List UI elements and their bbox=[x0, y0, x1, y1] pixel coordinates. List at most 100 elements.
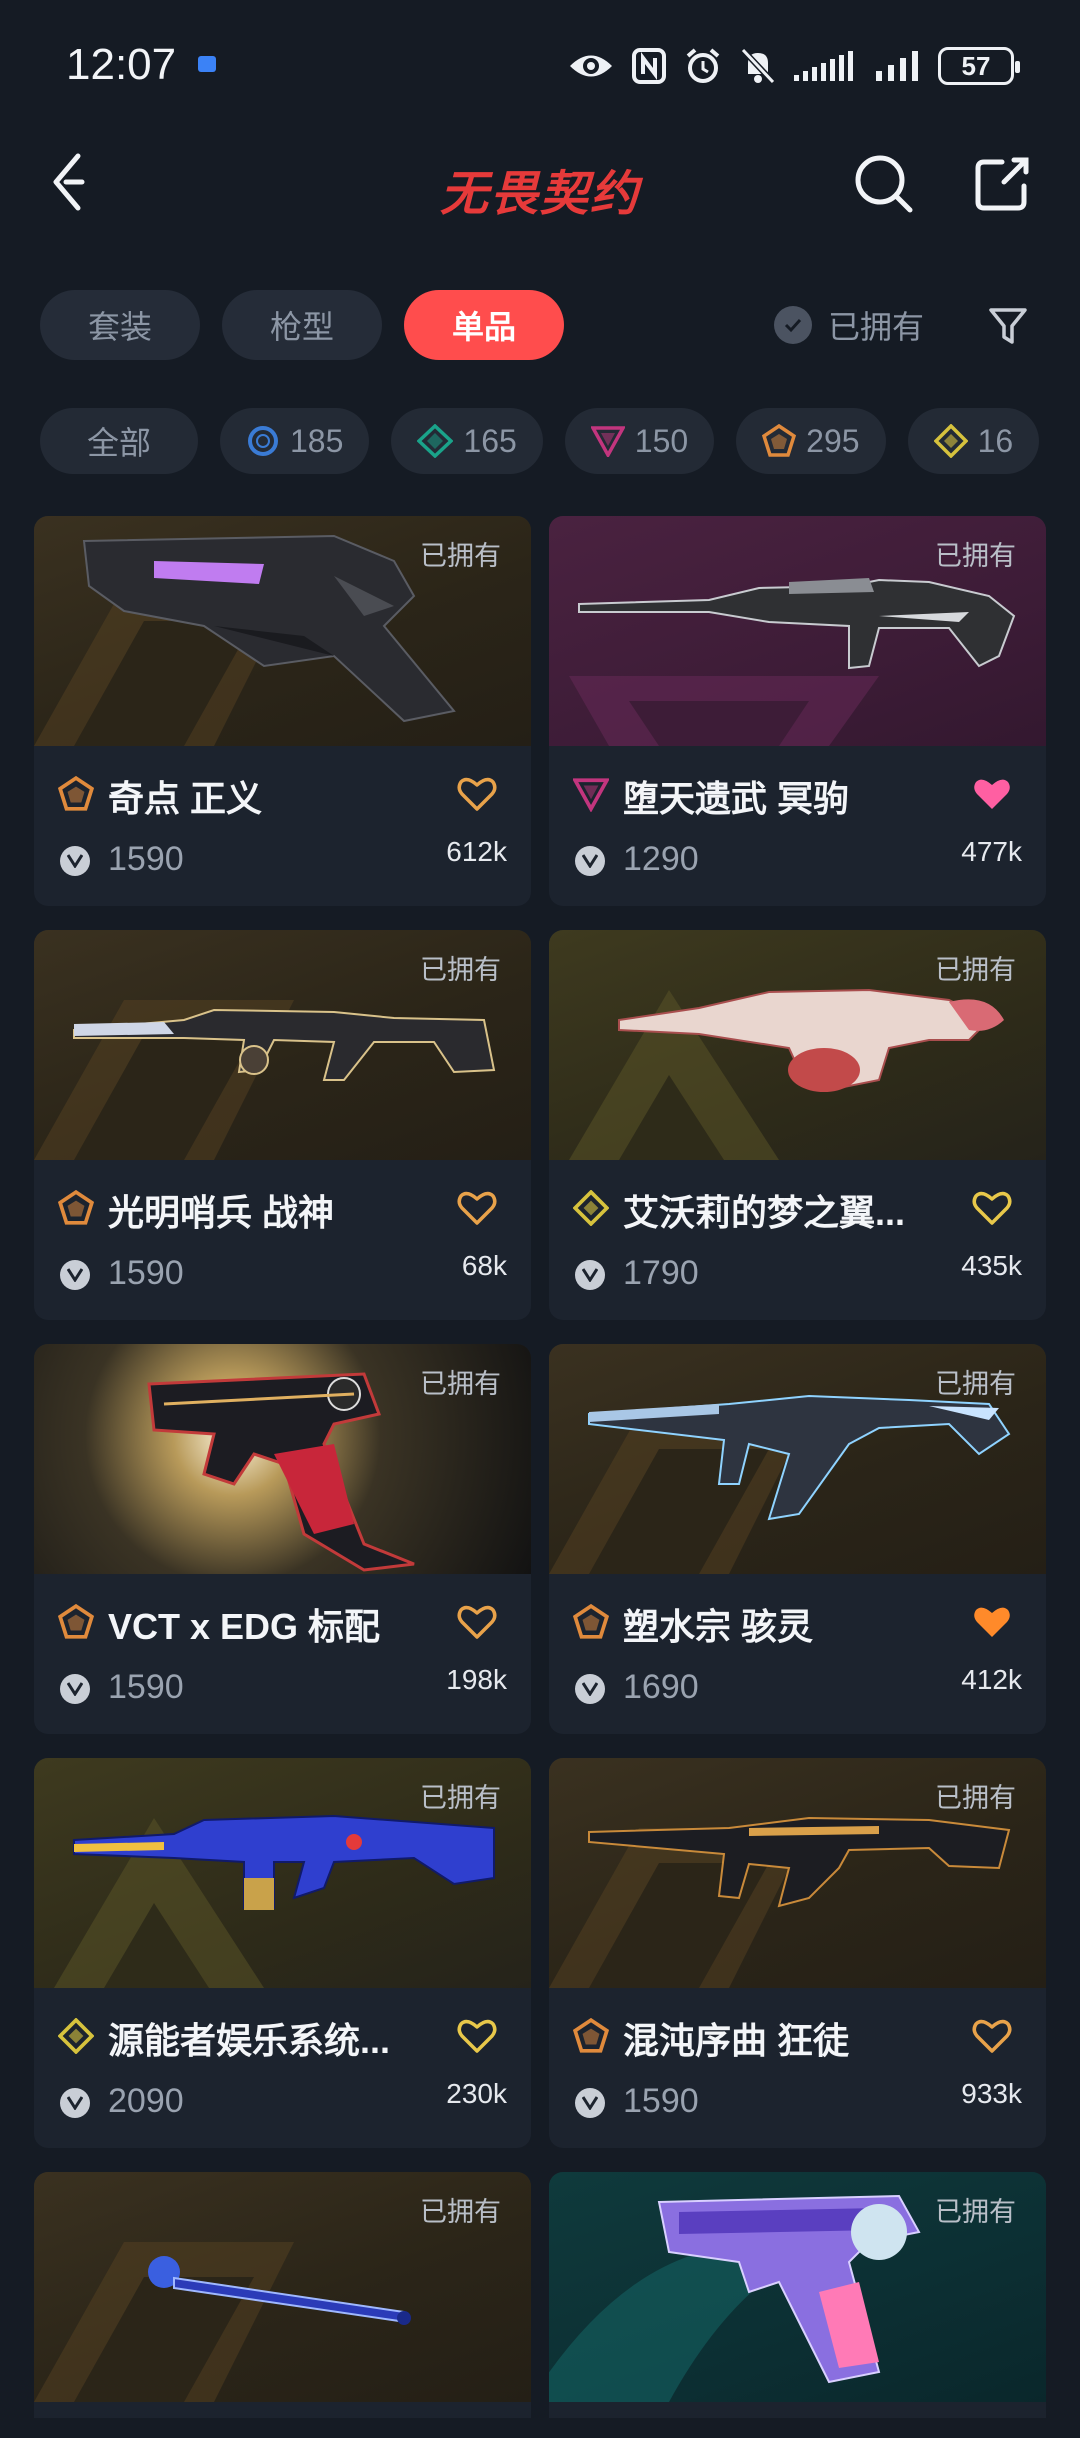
like-count: 435k bbox=[961, 1250, 1022, 1281]
heart-filled-icon[interactable] bbox=[972, 776, 1012, 812]
owned-tag: 已拥有 bbox=[935, 1783, 1016, 1813]
skin-info: 源能者娱乐系统... 2090 230k bbox=[34, 1988, 531, 2148]
tab-single-items[interactable]: 单品 bbox=[404, 290, 564, 360]
owned-tag: 已拥有 bbox=[420, 1369, 501, 1399]
skin-name: 源能者娱乐系统... bbox=[108, 2020, 391, 2061]
skin-thumbnail: 已拥有 bbox=[549, 2172, 1046, 2402]
owned-filter-label: 已拥有 bbox=[828, 309, 925, 345]
skin-info: 奇点 正义 1590 612k bbox=[34, 746, 531, 906]
skin-name: 艾沃莉的梦之翼... bbox=[623, 1192, 906, 1233]
like-count: 612k bbox=[446, 836, 507, 867]
heart-outline-icon[interactable] bbox=[972, 1190, 1012, 1226]
tier-chip-premium[interactable]: 150 bbox=[564, 408, 715, 474]
skin-thumbnail: 已拥有 bbox=[34, 930, 531, 1160]
skin-name: 光明哨兵 战神 bbox=[108, 1192, 335, 1233]
like-count: 477k bbox=[961, 836, 1022, 867]
valorant-points-icon bbox=[60, 1260, 90, 1290]
share-button[interactable] bbox=[968, 148, 1038, 218]
valorant-points-icon bbox=[60, 1674, 90, 1704]
skin-thumbnail: 已拥有 bbox=[34, 1344, 531, 1574]
like-count: 68k bbox=[461, 1250, 507, 1281]
skin-name: VCT x EDG 标配 bbox=[108, 1606, 381, 1647]
owned-tag: 已拥有 bbox=[420, 541, 501, 571]
exclusive-tier-icon bbox=[573, 2018, 609, 2053]
heart-filled-icon[interactable] bbox=[972, 1604, 1012, 1640]
deluxe-tier-icon bbox=[417, 424, 454, 458]
skin-thumbnail: 已拥有 bbox=[549, 516, 1046, 746]
battery-icon: 57 bbox=[938, 47, 1020, 85]
skin-thumbnail: 已拥有 bbox=[34, 516, 531, 746]
heart-outline-icon[interactable] bbox=[972, 2018, 1012, 2054]
check-icon bbox=[774, 306, 812, 344]
skin-card[interactable]: 已拥有 VCT x EDG 标配 1590 198k bbox=[34, 1344, 531, 1734]
heart-outline-icon[interactable] bbox=[457, 1190, 497, 1226]
valorant-points-icon bbox=[60, 2088, 90, 2118]
status-icons: 57 bbox=[568, 44, 1020, 88]
skin-card[interactable]: 已拥有 艾沃莉的梦之翼... 1790 435k bbox=[549, 930, 1046, 1320]
skin-card[interactable]: 已拥有 堕天遗武 冥驹 1290 477k bbox=[549, 516, 1046, 906]
tier-chip-all[interactable]: 全部 bbox=[40, 408, 198, 474]
premium-tier-icon bbox=[590, 426, 625, 457]
skin-price: 1590 bbox=[623, 2082, 699, 2120]
status-bar: 12:07 57 bbox=[0, 0, 1080, 130]
valorant-points-icon bbox=[575, 846, 605, 876]
skin-info: 艾沃莉的梦之翼... 1790 435k bbox=[549, 1160, 1046, 1320]
owned-tag: 已拥有 bbox=[420, 1783, 501, 1813]
skin-price: 1690 bbox=[623, 1668, 699, 1706]
skin-card[interactable]: 已拥有 源能者娱乐系统... 2090 230k bbox=[34, 1758, 531, 2148]
skin-price: 1590 bbox=[108, 1254, 184, 1292]
tab-sets[interactable]: 套装 bbox=[40, 290, 200, 360]
tier-chip-select[interactable]: 185 bbox=[220, 408, 370, 474]
heart-outline-icon[interactable] bbox=[457, 776, 497, 812]
nfc-icon bbox=[632, 48, 666, 84]
skin-card[interactable]: 已拥有 bbox=[34, 2172, 531, 2418]
skin-price: 1790 bbox=[623, 1254, 699, 1292]
skin-info: VCT x EDG 标配 1590 198k bbox=[34, 1574, 531, 1734]
skin-name: 混沌序曲 狂徒 bbox=[623, 2020, 850, 2061]
valorant-points-icon bbox=[575, 1674, 605, 1704]
tier-chip-label: 16 bbox=[977, 422, 1014, 459]
skin-info: 堕天遗武 冥驹 1290 477k bbox=[549, 746, 1046, 906]
ultra-tier-icon bbox=[933, 424, 968, 458]
skin-card[interactable]: 已拥有 奇点 正义 1590 612k bbox=[34, 516, 531, 906]
skin-grid: 已拥有 奇点 正义 1590 612k 已拥有 堕天遗武 冥驹 1290 477… bbox=[34, 516, 1046, 2418]
search-button[interactable] bbox=[848, 148, 918, 218]
like-count: 230k bbox=[446, 2078, 507, 2109]
skin-card[interactable]: 已拥有 光明哨兵 战神 1590 68k bbox=[34, 930, 531, 1320]
valorant-points-icon bbox=[575, 2088, 605, 2118]
owned-tag: 已拥有 bbox=[420, 955, 501, 985]
skin-name: 塑水宗 骇灵 bbox=[623, 1606, 814, 1647]
eye-icon bbox=[570, 55, 612, 77]
ultra-tier-icon bbox=[58, 2018, 94, 2054]
owned-filter-toggle[interactable]: 已拥有 bbox=[774, 290, 924, 360]
mute-icon bbox=[740, 47, 776, 85]
heart-outline-icon[interactable] bbox=[457, 2018, 497, 2054]
skin-card[interactable]: 已拥有 塑水宗 骇灵 1690 412k bbox=[549, 1344, 1046, 1734]
ultra-tier-icon bbox=[573, 1190, 609, 1226]
signal-icon bbox=[794, 51, 853, 81]
skin-card[interactable]: 已拥有 bbox=[549, 2172, 1046, 2418]
valorant-points-icon bbox=[575, 1260, 605, 1290]
like-count: 198k bbox=[446, 1664, 507, 1695]
skin-thumbnail: 已拥有 bbox=[549, 930, 1046, 1160]
owned-tag: 已拥有 bbox=[935, 2197, 1016, 2227]
tier-chip-ultra[interactable]: 16 bbox=[907, 408, 1040, 474]
exclusive-tier-icon bbox=[58, 776, 94, 811]
signal-icon-2 bbox=[876, 51, 918, 81]
filter-icon bbox=[989, 308, 1027, 344]
tier-chip-label: 185 bbox=[290, 422, 344, 459]
skin-price: 1590 bbox=[108, 1668, 184, 1706]
skin-price: 2090 bbox=[108, 2082, 184, 2120]
tier-chip-exclusive[interactable]: 295 bbox=[736, 408, 886, 474]
skin-card[interactable]: 已拥有 混沌序曲 狂徒 1590 933k bbox=[549, 1758, 1046, 2148]
filter-button[interactable] bbox=[978, 296, 1038, 356]
skin-price: 1290 bbox=[623, 840, 699, 878]
skin-price: 1590 bbox=[108, 840, 184, 878]
alarm-icon bbox=[686, 48, 720, 83]
share-icon bbox=[975, 157, 1029, 211]
premium-tier-icon bbox=[573, 778, 609, 812]
heart-outline-icon[interactable] bbox=[457, 1604, 497, 1640]
tier-chip-deluxe[interactable]: 165 bbox=[391, 408, 543, 474]
skin-info: 塑水宗 骇灵 1690 412k bbox=[549, 1574, 1046, 1734]
tab-weapon-type[interactable]: 枪型 bbox=[222, 290, 382, 360]
